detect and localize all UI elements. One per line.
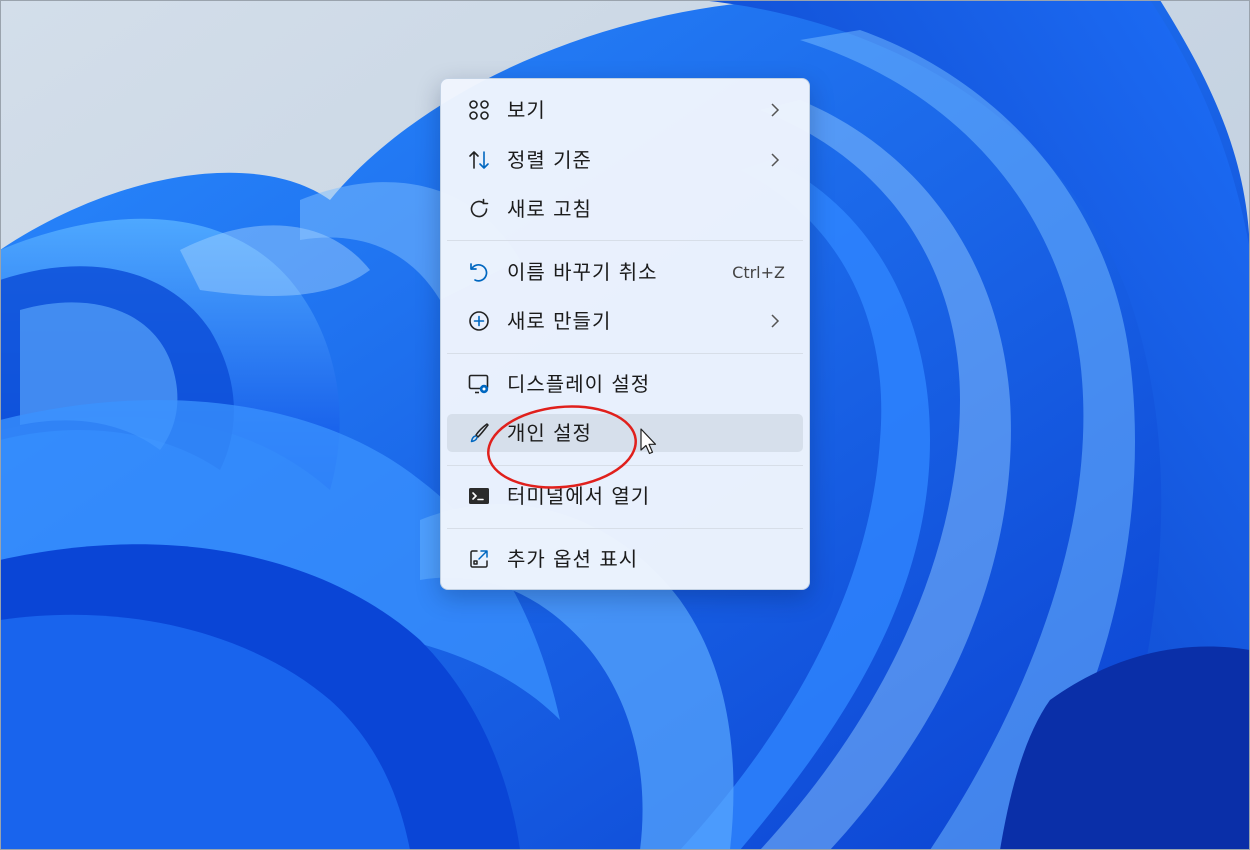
menu-item-label: 디스플레이 설정 (507, 372, 651, 396)
refresh-icon (467, 197, 491, 221)
grid-icon (467, 98, 491, 122)
menu-separator (447, 240, 803, 241)
menu-item-label: 새로 고침 (507, 197, 592, 221)
menu-item-label: 터미널에서 열기 (507, 484, 651, 508)
menu-item-refresh[interactable]: 새로 고침 (447, 190, 803, 228)
menu-item-sort-by[interactable]: 정렬 기준 (447, 141, 803, 179)
menu-item-open-in-terminal[interactable]: 터미널에서 열기 (447, 477, 803, 515)
menu-item-label: 이름 바꾸기 취소 (507, 260, 658, 284)
chevron-right-icon (767, 152, 783, 168)
menu-separator (447, 528, 803, 529)
menu-item-view[interactable]: 보기 (447, 91, 803, 129)
menu-item-undo-rename[interactable]: 이름 바꾸기 취소 Ctrl+Z (447, 253, 803, 291)
menu-item-display-settings[interactable]: 디스플레이 설정 (447, 365, 803, 403)
menu-item-personalize[interactable]: 개인 설정 (447, 414, 803, 452)
undo-icon (467, 260, 491, 284)
keyboard-shortcut: Ctrl+Z (732, 263, 785, 282)
brush-icon (467, 421, 491, 445)
menu-separator (447, 465, 803, 466)
chevron-right-icon (767, 102, 783, 118)
menu-item-label: 개인 설정 (507, 421, 592, 445)
menu-separator (447, 353, 803, 354)
plus-circle-icon (467, 309, 491, 333)
menu-item-new[interactable]: 새로 만들기 (447, 302, 803, 340)
menu-item-label: 추가 옵션 표시 (507, 547, 639, 571)
terminal-icon (467, 484, 491, 508)
more-options-icon (467, 547, 491, 571)
menu-item-show-more-options[interactable]: 추가 옵션 표시 (447, 540, 803, 578)
menu-item-label: 정렬 기준 (507, 148, 592, 172)
menu-item-label: 보기 (507, 98, 546, 122)
display-settings-icon (467, 372, 491, 396)
desktop-context-menu: 보기 정렬 기준 새로 고침 이름 바꾸기 취소 Ctrl+Z 새로 만들기 디… (440, 78, 810, 590)
menu-item-label: 새로 만들기 (507, 309, 612, 333)
chevron-right-icon (767, 313, 783, 329)
sort-arrows-icon (467, 148, 491, 172)
